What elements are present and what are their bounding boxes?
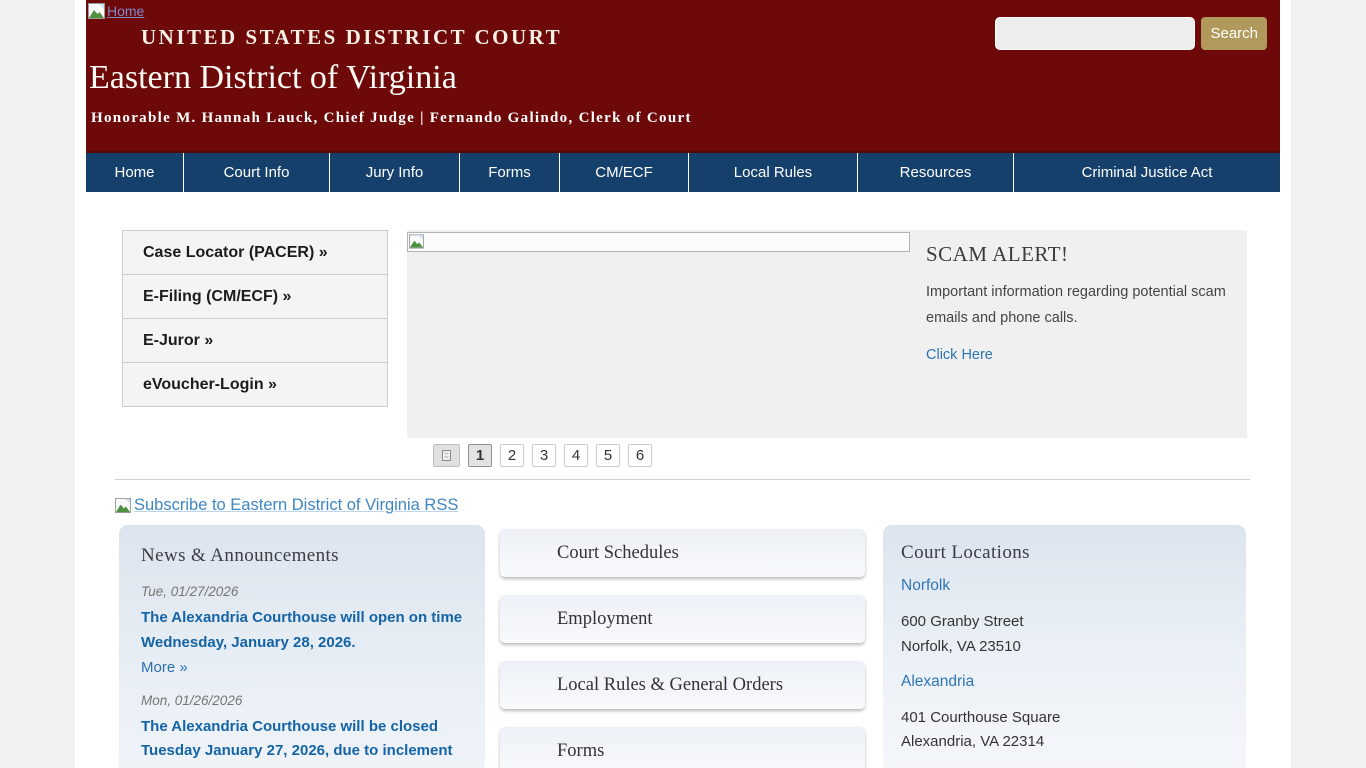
scam-alert-slide: SCAM ALERT! Important information regard… [926, 242, 1236, 364]
news-item-title-link[interactable]: The Alexandria Courthouse will open on t… [141, 606, 463, 656]
broken-image-icon [442, 450, 451, 461]
scam-alert-heading: SCAM ALERT! [926, 242, 1236, 267]
location-alexandria-link[interactable]: Alexandria [901, 673, 1228, 691]
carousel-page-5[interactable]: 5 [596, 444, 620, 467]
address-line: 600 Granby Street [901, 610, 1228, 635]
nav-item-cmecf[interactable]: CM/ECF [559, 153, 688, 192]
carousel-page-6[interactable]: 6 [628, 444, 652, 467]
location-norfolk-address: 600 Granby Street Norfolk, VA 23510 [901, 610, 1228, 660]
news-item-title-link[interactable]: The Alexandria Courthouse will be closed… [141, 715, 463, 768]
lower-content-columns: News & Announcements Tue, 01/27/2026 The… [119, 525, 1280, 768]
news-item-more-link[interactable]: More » [141, 659, 463, 676]
rss-subscribe-label: Subscribe to Eastern District of Virgini… [134, 496, 458, 515]
carousel-pagination: 1 2 3 4 5 6 [433, 444, 1247, 467]
main-nav: Home Court Info Jury Info Forms CM/ECF L… [86, 151, 1280, 192]
news-announcements-panel: News & Announcements Tue, 01/27/2026 The… [119, 525, 485, 768]
section-divider [115, 479, 1250, 480]
location-item: Alexandria 401 Courthouse Square Alexand… [901, 673, 1228, 756]
location-alexandria-address: 401 Courthouse Square Alexandria, VA 223… [901, 706, 1228, 756]
scam-alert-click-here-link[interactable]: Click Here [926, 347, 993, 363]
search-button[interactable]: Search [1201, 17, 1267, 50]
rss-subscribe-link[interactable]: Subscribe to Eastern District of Virgini… [115, 496, 1280, 515]
court-officials-subtitle: Honorable M. Hannah Lauck, Chief Judge |… [91, 110, 1280, 127]
shortcut-forms[interactable]: Forms [500, 727, 865, 768]
news-heading: News & Announcements [141, 545, 463, 567]
address-line: Alexandria, VA 22314 [901, 730, 1228, 755]
nav-item-forms[interactable]: Forms [459, 153, 559, 192]
broken-image-icon [115, 498, 131, 513]
broken-image-icon [88, 3, 105, 19]
page-title: Eastern District of Virginia [89, 59, 1280, 97]
search-area: Search [995, 17, 1267, 50]
quick-link-ejuror[interactable]: E-Juror » [123, 319, 387, 363]
quick-link-case-locator[interactable]: Case Locator (PACER) » [123, 231, 387, 275]
carousel-page-1[interactable]: 1 [468, 444, 492, 467]
news-item: Mon, 01/26/2026 The Alexandria Courthous… [141, 693, 463, 768]
quick-link-efiling[interactable]: E-Filing (CM/ECF) » [123, 275, 387, 319]
carousel-page-4[interactable]: 4 [564, 444, 588, 467]
search-input[interactable] [995, 17, 1195, 50]
location-item: Norfolk 600 Granby Street Norfolk, VA 23… [901, 577, 1228, 660]
shortcut-court-schedules[interactable]: Court Schedules [500, 529, 865, 577]
nav-item-local-rules[interactable]: Local Rules [688, 153, 857, 192]
home-link[interactable]: Home [86, 0, 144, 19]
nav-item-criminal-justice-act[interactable]: Criminal Justice Act [1013, 153, 1280, 192]
nav-item-jury-info[interactable]: Jury Info [329, 153, 459, 192]
broken-image-icon [409, 234, 424, 249]
carousel-page-3[interactable]: 3 [532, 444, 556, 467]
address-line: 401 Courthouse Square [901, 706, 1228, 731]
court-locations-panel: Court Locations Norfolk 600 Granby Stree… [883, 525, 1246, 768]
slide-image-placeholder [407, 232, 910, 252]
nav-item-resources[interactable]: Resources [857, 153, 1013, 192]
news-item-date: Mon, 01/26/2026 [141, 693, 463, 708]
nav-item-home[interactable]: Home [86, 153, 183, 192]
carousel-page-2[interactable]: 2 [500, 444, 524, 467]
nav-item-court-info[interactable]: Court Info [183, 153, 329, 192]
shortcut-buttons-column: Court Schedules Employment Local Rules &… [500, 525, 865, 768]
news-item-date: Tue, 01/27/2026 [141, 584, 463, 599]
court-locations-heading: Court Locations [901, 542, 1228, 564]
site-header: Home UNITED STATES DISTRICT COURT Easter… [86, 0, 1280, 151]
scam-alert-body: Important information regarding potentia… [926, 279, 1236, 331]
quick-links-menu: Case Locator (PACER) » E-Filing (CM/ECF)… [122, 230, 388, 407]
shortcut-local-rules-general-orders[interactable]: Local Rules & General Orders [500, 661, 865, 709]
shortcut-employment[interactable]: Employment [500, 595, 865, 643]
location-norfolk-link[interactable]: Norfolk [901, 577, 1228, 595]
home-link-label: Home [107, 3, 144, 19]
announcement-carousel: SCAM ALERT! Important information regard… [407, 230, 1247, 438]
carousel-pause-button[interactable] [433, 444, 460, 467]
address-line: Norfolk, VA 23510 [901, 635, 1228, 660]
news-item: Tue, 01/27/2026 The Alexandria Courthous… [141, 584, 463, 676]
top-content-row: Case Locator (PACER) » E-Filing (CM/ECF)… [122, 230, 1280, 467]
carousel-column: SCAM ALERT! Important information regard… [407, 230, 1247, 467]
page: Home UNITED STATES DISTRICT COURT Easter… [75, 0, 1291, 768]
quick-link-evoucher[interactable]: eVoucher-Login » [123, 363, 387, 407]
